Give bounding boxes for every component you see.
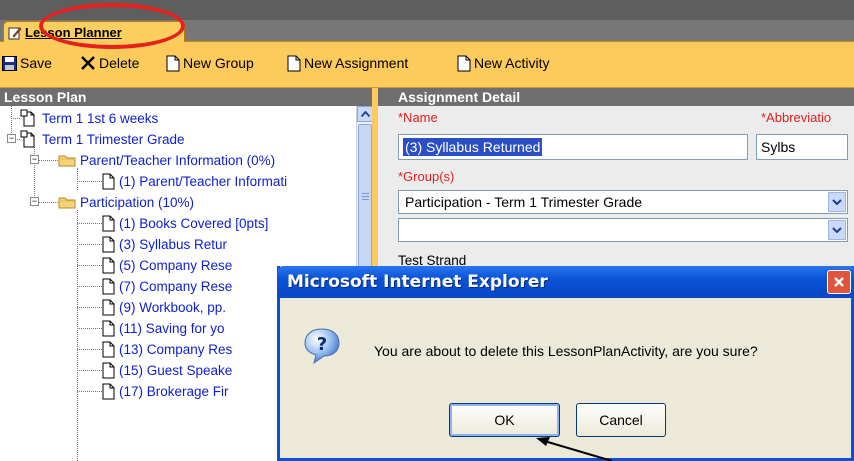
annotation-arrow — [536, 437, 613, 461]
